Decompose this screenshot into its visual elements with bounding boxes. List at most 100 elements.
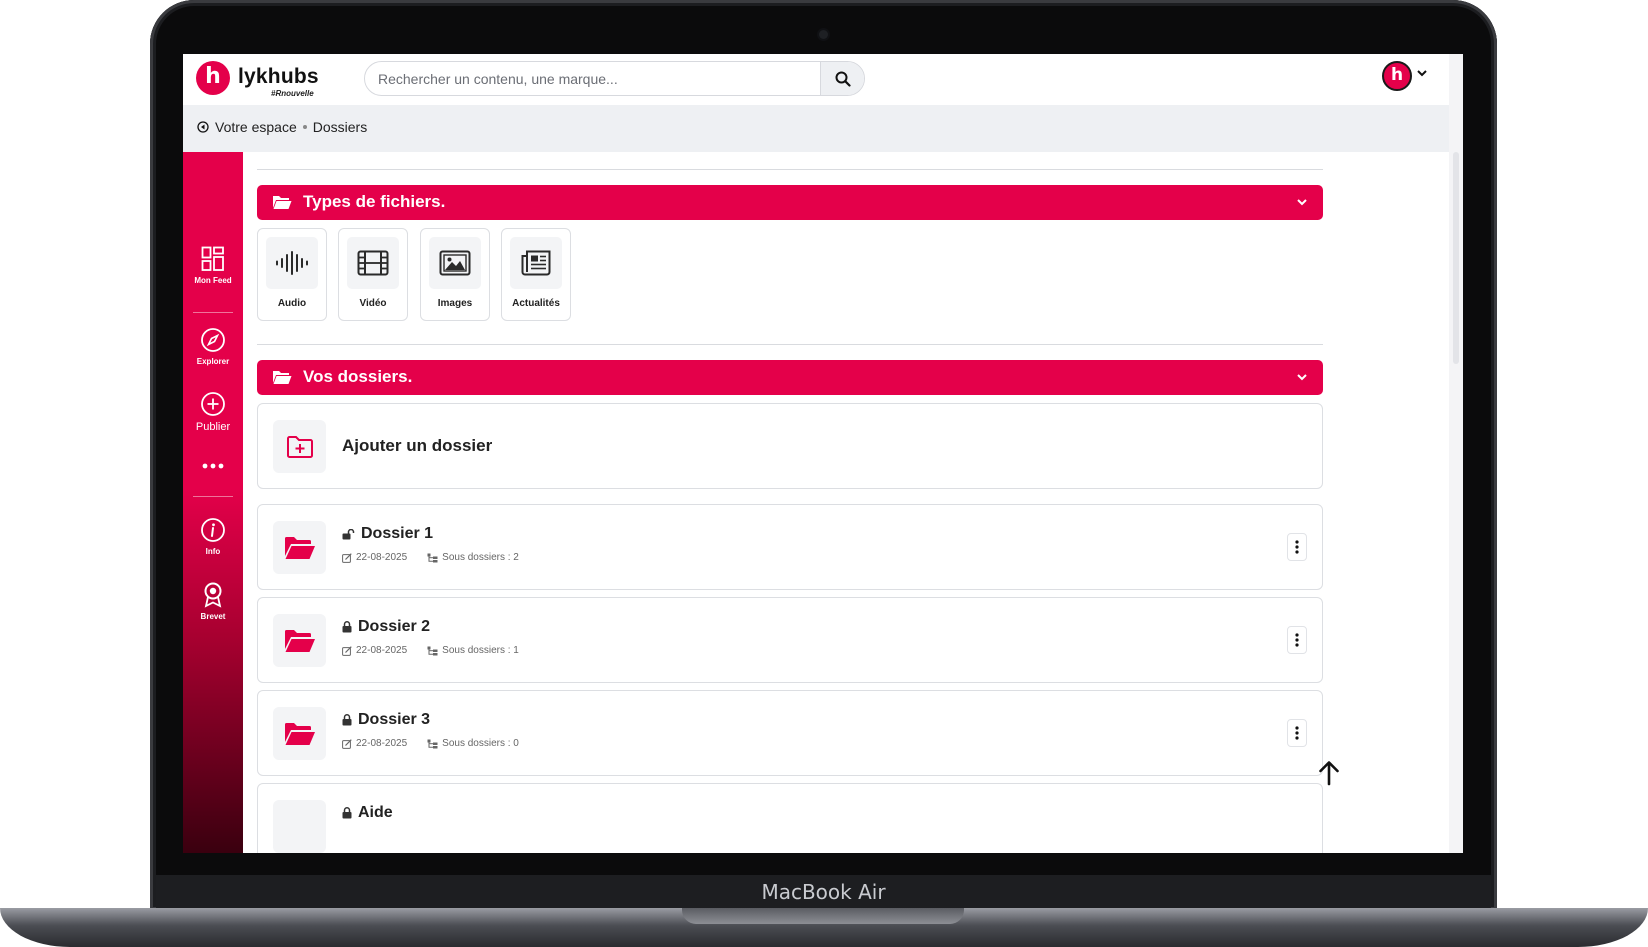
folder-open-icon	[273, 196, 292, 209]
file-types-header[interactable]: Types de fichiers.	[257, 185, 1323, 220]
device-label: MacBook Air	[761, 880, 886, 904]
folder-subfolders: Sous dossiers : 0	[442, 738, 519, 749]
folder-date: 22-08-2025	[356, 552, 408, 563]
edit-icon	[342, 552, 352, 563]
folder-name[interactable]: Dossier 2	[358, 618, 430, 636]
folder-card[interactable]: Dossier 1 22-08-2025 Sous dossiers : 2	[257, 504, 1323, 590]
add-folder-button[interactable]: Ajouter un dossier	[257, 403, 1323, 489]
search-button[interactable]	[820, 62, 864, 95]
folder-options-button[interactable]	[1287, 626, 1307, 654]
plus-circle-icon	[201, 392, 225, 416]
chevron-down-icon[interactable]	[1416, 68, 1428, 78]
icon-container	[429, 237, 481, 289]
divider	[257, 344, 1323, 345]
brand-name[interactable]: lykhubs	[238, 65, 319, 89]
icon-container	[347, 237, 399, 289]
arrow-up-icon[interactable]	[1318, 760, 1340, 786]
sidebar-item-label: Explorer	[196, 357, 230, 366]
avatar[interactable]: h	[1382, 61, 1412, 91]
chevron-down-icon	[1297, 374, 1307, 381]
folder-title-row: Dossier 1	[342, 525, 433, 543]
unlock-icon	[342, 528, 355, 539]
icon-container	[273, 707, 326, 760]
folder-card[interactable]: Aide	[257, 783, 1323, 853]
icon-container	[273, 420, 326, 473]
section-title: Types de fichiers.	[303, 192, 446, 211]
award-icon	[204, 582, 222, 608]
sidebar-item-info[interactable]: Info	[183, 517, 243, 556]
sidebar-item-label: Info	[205, 547, 221, 556]
more-vertical-icon	[1295, 540, 1299, 554]
folder-open-icon	[284, 536, 315, 559]
brand-tagline: #Rnouvelle	[271, 89, 314, 98]
divider	[257, 169, 1323, 170]
file-type-label: Vidéo	[359, 298, 387, 309]
lock-icon	[342, 807, 352, 819]
sidebar-divider	[193, 496, 233, 497]
more-horizontal-icon	[202, 463, 224, 469]
icon-container	[273, 521, 326, 574]
icon-container	[266, 237, 318, 289]
logo-mark[interactable]: h	[196, 61, 230, 95]
folder-date: 22-08-2025	[356, 738, 408, 749]
main-content: Types de fichiers. Audio Vidéo Images Ac…	[257, 152, 1337, 853]
file-type-label: Images	[437, 298, 473, 309]
info-icon	[201, 518, 225, 542]
folder-title-row: Aide	[342, 804, 393, 822]
sidebar-item-brevet[interactable]: Brevet	[183, 582, 243, 621]
scrollbar-thumb[interactable]	[1453, 152, 1459, 364]
newspaper-icon	[521, 250, 551, 276]
sidebar: Mon Feed Explorer Publier Info Brevet	[183, 152, 243, 853]
folder-meta: 22-08-2025 Sous dossiers : 1	[342, 645, 519, 656]
folder-name[interactable]: Dossier 1	[361, 525, 433, 543]
folder-date: 22-08-2025	[356, 645, 408, 656]
folder-options-button[interactable]	[1287, 719, 1307, 747]
audio-wave-icon	[276, 251, 308, 275]
back-circle-icon[interactable]	[197, 121, 209, 133]
icon-container	[273, 800, 326, 853]
breadcrumb-separator	[302, 125, 307, 129]
folder-plus-icon	[286, 435, 313, 458]
screen: h lykhubs #Rnouvelle h Votre espace Doss…	[183, 54, 1463, 853]
subfolder-tree-icon	[427, 646, 438, 655]
breadcrumb-bar: Votre espace Dossiers	[183, 105, 1449, 152]
folder-options-button[interactable]	[1287, 533, 1307, 561]
folder-card[interactable]: Dossier 3 22-08-2025 Sous dossiers : 0	[257, 690, 1323, 776]
breadcrumb: Votre espace Dossiers	[197, 119, 367, 135]
sidebar-item-explorer[interactable]: Explorer	[183, 327, 243, 366]
sidebar-item-label: Mon Feed	[194, 276, 232, 285]
breadcrumb-root[interactable]: Votre espace	[215, 119, 297, 135]
file-type-audio[interactable]: Audio	[257, 228, 327, 321]
sidebar-item-mon-feed[interactable]: Mon Feed	[183, 246, 243, 285]
film-icon	[357, 250, 389, 276]
folder-name[interactable]: Dossier 3	[358, 711, 430, 729]
search-bar	[364, 61, 865, 96]
folder-subfolders: Sous dossiers : 2	[442, 552, 519, 563]
folders-header[interactable]: Vos dossiers.	[257, 360, 1323, 395]
folder-title-row: Dossier 2	[342, 618, 430, 636]
lock-icon	[342, 714, 352, 726]
search-icon	[835, 71, 851, 87]
scrollbar[interactable]	[1449, 54, 1463, 853]
laptop-notch	[682, 908, 964, 924]
file-type-actualites[interactable]: Actualités	[501, 228, 571, 321]
more-button[interactable]	[183, 462, 243, 470]
more-vertical-icon	[1295, 633, 1299, 647]
folder-subfolders: Sous dossiers : 1	[442, 645, 519, 656]
sidebar-divider	[193, 312, 233, 313]
section-title: Vos dossiers.	[303, 367, 413, 386]
file-type-video[interactable]: Vidéo	[338, 228, 408, 321]
folder-card[interactable]: Dossier 2 22-08-2025 Sous dossiers : 1	[257, 597, 1323, 683]
folder-open-icon	[284, 722, 315, 745]
file-type-images[interactable]: Images	[420, 228, 490, 321]
more-vertical-icon	[1295, 726, 1299, 740]
sidebar-item-publier[interactable]: Publier	[183, 391, 243, 433]
icon-container	[510, 237, 562, 289]
file-type-label: Actualités	[512, 298, 560, 309]
folder-name[interactable]: Aide	[358, 804, 393, 822]
search-input[interactable]	[365, 62, 820, 95]
icon-container	[273, 614, 326, 667]
camera	[819, 30, 828, 39]
subfolder-tree-icon	[427, 553, 438, 562]
edit-icon	[342, 645, 352, 656]
